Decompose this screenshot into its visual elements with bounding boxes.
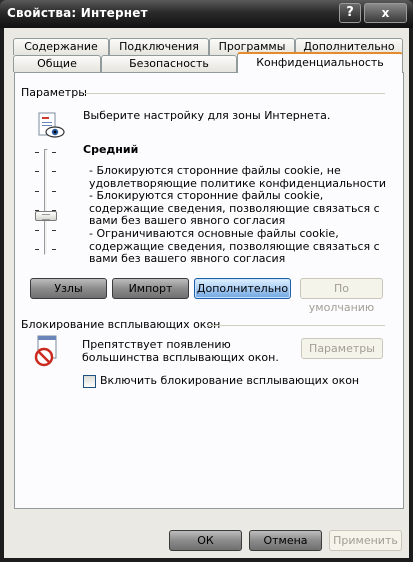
popup-blocked-icon [34,335,57,367]
settings-group-label: Параметры [21,86,87,99]
cancel-button-label: Отмена [263,534,308,547]
default-button-label: По умолчанию [308,282,375,314]
ok-button-label: ОК [197,534,214,547]
tab-content[interactable]: Содержание [13,38,109,55]
slider-tick [52,249,56,250]
privacy-level-title: Средний [83,143,139,156]
popup-block-checkbox-label[interactable]: Включить блокирование всплывающих окон [100,374,359,387]
import-button-label: Импорт [128,282,173,295]
slider-tick [52,171,56,172]
popup-group-label: Блокирование всплывающих окон [21,318,221,331]
slider-tick [52,230,56,231]
popup-settings-button[interactable]: Параметры [301,338,383,359]
popup-description: Препятствует появлению большинства всплы… [82,338,279,364]
privacy-level-slider-thumb[interactable] [35,211,57,221]
apply-button-label: Применить [333,534,398,547]
default-button[interactable]: По умолчанию [300,278,383,314]
sites-button[interactable]: Узлы [30,278,107,299]
zone-instruction-text: Выберите настройку для зоны Интернета. [83,109,331,122]
slider-tick [35,171,39,172]
settings-group-divider [85,93,385,94]
slider-tick [35,230,39,231]
cancel-button[interactable]: Отмена [249,530,322,551]
tab-privacy[interactable]: Конфиденциальность [237,52,403,73]
popup-group-divider [207,325,385,326]
description-line: - Блокируются сторонние файлы cookie, со… [89,189,380,228]
privacy-eye-icon [38,112,65,138]
window-title: Свойства: Интернет [7,6,148,20]
privacy-level-description: - Блокируются сторонние файлы cookie, не… [89,164,389,266]
advanced-button[interactable]: Дополнительно [194,278,291,299]
popup-block-checkbox[interactable] [83,375,96,388]
window-bottom-border [0,558,413,562]
slider-tick [35,249,39,250]
slider-tick [52,191,56,192]
close-button[interactable]: x [364,3,407,23]
ok-button[interactable]: ОК [169,530,242,551]
description-line: - Ограничиваются основные файлы cookie, … [89,226,380,266]
apply-button[interactable]: Применить [329,530,402,551]
tab-security[interactable]: Безопасность [101,55,237,72]
privacy-level-slider-track[interactable] [44,149,48,255]
description-line: - Блокируются сторонние файлы cookie, не… [89,164,387,190]
slider-tick [35,191,39,192]
popup-settings-button-label: Параметры [309,342,375,355]
title-bar[interactable]: Свойства: Интернет ? x [0,0,413,28]
help-button[interactable]: ? [339,3,361,23]
advanced-button-label: Дополнительно [196,282,289,295]
slider-tick [35,152,39,153]
sites-button-label: Узлы [54,282,83,295]
tab-general[interactable]: Общие [13,55,101,72]
internet-options-window: Свойства: Интернет ? x Содержание Подклю… [0,0,413,562]
import-button[interactable]: Импорт [112,278,189,299]
tab-connections[interactable]: Подключения [109,38,209,55]
dialog-client: Содержание Подключения Программы Дополни… [4,28,409,558]
slider-tick [52,152,56,153]
